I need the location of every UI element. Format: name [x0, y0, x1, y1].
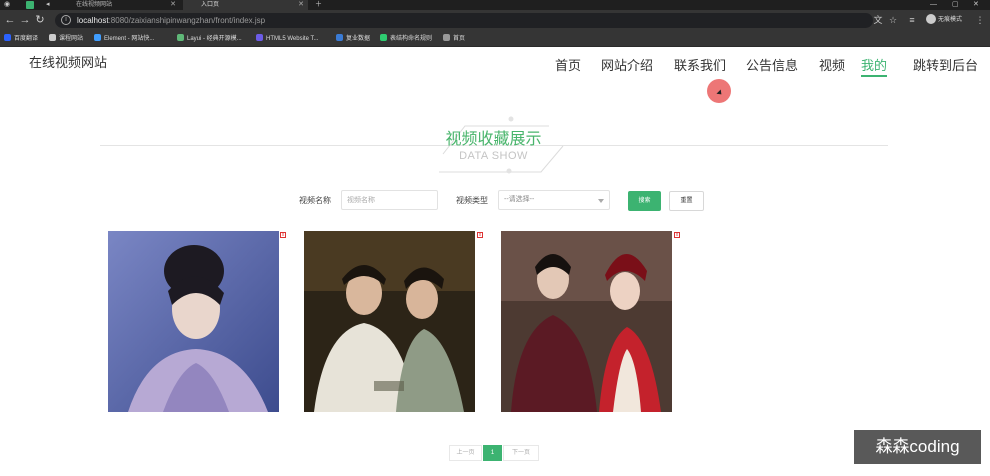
speaker-icon[interactable]: ◂ — [46, 0, 50, 10]
mouse-cursor-indicator — [707, 79, 731, 103]
new-tab-icon[interactable]: ＋ — [315, 0, 322, 10]
bookmark-item[interactable]: 首页 — [443, 31, 465, 47]
close-icon[interactable]: ✕ — [170, 0, 176, 10]
address-bar[interactable]: i localhost:8080/zaixianshipinwangzhan/f… — [55, 13, 873, 28]
bookmark-label: Layui - 经典开源模... — [187, 36, 242, 42]
reset-button[interactable]: 重置 — [669, 191, 704, 211]
bookmark-label: 百度翻译 — [14, 36, 39, 42]
bookmark-favicon-icon — [49, 34, 56, 41]
video-thumbnail — [501, 231, 672, 412]
minimize-icon[interactable]: — — [930, 0, 937, 10]
incognito-profile[interactable]: 无痕模式 — [926, 14, 962, 26]
bookmark-favicon-icon — [4, 34, 11, 41]
bookmark-item[interactable]: 表结构命名规则 — [380, 31, 432, 47]
close-icon[interactable]: ✕ — [298, 0, 304, 10]
browser-toolbar: ← → ↻ i localhost:8080/zaixianshipinwang… — [0, 10, 990, 31]
tab-site-label: 在线视频网站 — [76, 2, 113, 8]
pagination-prev[interactable]: 上一页 — [449, 445, 482, 461]
url-path: :8080/zaixianshipinwangzhan/front/index.… — [108, 16, 266, 25]
pagination-next[interactable]: 下一页 — [503, 445, 539, 461]
video-name-label: 视频名称 — [299, 196, 331, 205]
search-button[interactable]: 搜索 — [628, 191, 661, 211]
bookmark-star-icon[interactable]: ☆ — [887, 14, 899, 26]
window-close-icon[interactable]: ✕ — [973, 0, 979, 10]
nav-admin[interactable]: 跳转到后台 — [913, 55, 978, 74]
forward-icon[interactable]: → — [18, 13, 32, 27]
bookmark-favicon-icon — [443, 34, 450, 41]
bookmark-label: Element - 网站快... — [104, 36, 155, 42]
url-host: localhost — [77, 16, 109, 25]
bookmark-favicon-icon — [94, 34, 101, 41]
close-icon[interactable]: x — [477, 232, 483, 238]
tab-entry[interactable]: 入口页 ✕ — [183, 0, 308, 10]
nav-notice[interactable]: 公告信息 — [746, 55, 798, 74]
nav-home[interactable]: 首页 — [555, 55, 581, 74]
bookmark-label: HTML5 Website T... — [266, 36, 319, 42]
chevron-down-icon — [598, 199, 604, 203]
video-card-3[interactable] — [501, 231, 672, 412]
browser-logo-icon: ◉ — [4, 1, 11, 8]
site-logo[interactable]: 在线视频网站 — [29, 52, 107, 71]
video-type-value: --请选择-- — [504, 196, 535, 203]
reading-list-icon[interactable]: ≡ — [906, 14, 918, 26]
close-icon[interactable]: x — [674, 232, 680, 238]
bookmark-label: 复业数据 — [346, 36, 371, 42]
nav-video[interactable]: 视频 — [819, 55, 845, 74]
watermark: 森森coding — [854, 430, 981, 464]
nav-mine[interactable]: 我的 — [861, 55, 888, 77]
bookmark-label: 课程网站 — [59, 36, 84, 42]
bookmark-item[interactable]: Layui - 经典开源模... — [177, 31, 242, 47]
video-thumbnail — [108, 231, 279, 412]
section-subtitle: DATA SHOW — [459, 150, 528, 162]
bookmarks-bar: 百度翻译 课程网站 Element - 网站快... Layui - 经典开源模… — [0, 31, 990, 47]
close-icon[interactable]: x — [280, 232, 286, 238]
tab-entry-label: 入口页 — [201, 2, 220, 8]
pagination-page-1[interactable]: 1 — [483, 445, 502, 461]
tab-favicon-icon — [26, 1, 34, 9]
bookmark-favicon-icon — [177, 34, 184, 41]
video-name-input[interactable] — [341, 190, 438, 210]
url-text[interactable]: localhost:8080/zaixianshipinwangzhan/fro… — [69, 13, 265, 28]
video-type-select[interactable]: --请选择-- — [498, 190, 610, 210]
bookmark-label: 首页 — [453, 36, 466, 42]
nav-about[interactable]: 网站介绍 — [601, 55, 653, 74]
bookmark-favicon-icon — [380, 34, 387, 41]
bookmark-item[interactable]: 复业数据 — [336, 31, 370, 47]
bookmark-label: 表结构命名规则 — [390, 36, 433, 42]
incognito-icon — [926, 14, 936, 25]
bookmark-item[interactable]: Element - 网站快... — [94, 31, 154, 47]
video-card-2[interactable] — [304, 231, 475, 412]
menu-icon[interactable]: ⋮ — [974, 14, 986, 26]
bookmark-favicon-icon — [336, 34, 343, 41]
page-content: 在线视频网站 首页 网站介绍 联系我们 公告信息 视频 我的 跳转到后台 视频收… — [0, 48, 990, 476]
browser-tabstrip: ◉ ◂ 在线视频网站 ✕ 入口页 ✕ ＋ — ▢ ✕ — [0, 0, 990, 10]
bookmark-item[interactable]: 百度翻译 — [4, 31, 38, 47]
profile-label: 无痕模式 — [938, 17, 963, 23]
translate-icon[interactable]: 文 — [872, 14, 884, 26]
bookmark-favicon-icon — [256, 34, 263, 41]
reload-icon[interactable]: ↻ — [33, 13, 47, 27]
back-icon[interactable]: ← — [3, 13, 17, 27]
tab-site[interactable]: 在线视频网站 ✕ — [58, 0, 180, 10]
video-card-1[interactable] — [108, 231, 279, 412]
video-thumbnail — [304, 231, 475, 412]
bookmark-item[interactable]: HTML5 Website T... — [256, 31, 318, 47]
section-title: 视频收藏展示 — [445, 131, 542, 148]
video-type-label: 视频类型 — [456, 196, 488, 205]
nav-contact[interactable]: 联系我们 — [674, 55, 726, 74]
bookmark-item[interactable]: 课程网站 — [49, 31, 83, 47]
maximize-icon[interactable]: ▢ — [952, 0, 959, 10]
